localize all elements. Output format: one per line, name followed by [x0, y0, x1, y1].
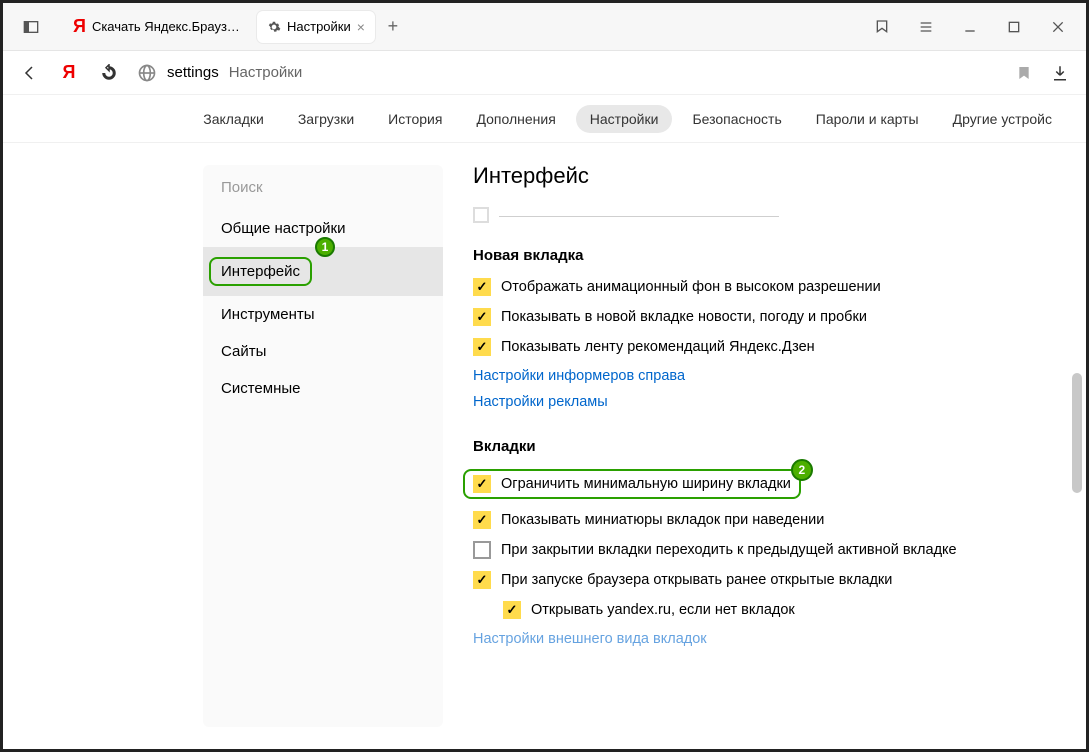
nav-downloads[interactable]: Загрузки [284, 105, 368, 133]
checkbox-icon[interactable] [473, 338, 491, 356]
back-button[interactable] [17, 61, 41, 85]
highlight-badge-1: Интерфейс [209, 257, 312, 286]
checkbox-icon[interactable] [473, 308, 491, 326]
browser-tab-settings[interactable]: Настройки × [257, 11, 375, 43]
bookmark-icon[interactable] [1016, 65, 1032, 81]
option-reopen-tabs[interactable]: При запуске браузера открывать ранее отк… [473, 571, 1056, 589]
nav-security[interactable]: Безопасность [678, 105, 795, 133]
site-icon [137, 63, 157, 83]
badge-2: 2 [791, 459, 813, 481]
option-news-weather[interactable]: Показывать в новой вкладке новости, пого… [473, 308, 1056, 326]
link-informer-settings[interactable]: Настройки информеров справа [473, 368, 1056, 384]
settings-content: Поиск Общие настройки Интерфейс 1 Инстру… [3, 143, 1086, 749]
new-tab-button[interactable]: + [379, 16, 407, 37]
sidebar-item-tools[interactable]: Инструменты [203, 296, 443, 333]
truncated-option: ———————————————————— [473, 207, 1056, 223]
window-minimize-button[interactable] [952, 9, 988, 45]
nav-bookmarks[interactable]: Закладки [189, 105, 278, 133]
window-close-button[interactable] [1040, 9, 1076, 45]
window-maximize-button[interactable] [996, 9, 1032, 45]
downloads-button[interactable] [1048, 61, 1072, 85]
browser-toolbar: Я settings Настройки [3, 51, 1086, 95]
nav-other-devices[interactable]: Другие устройс [939, 105, 1066, 133]
addr-path: Настройки [229, 64, 303, 81]
address-bar[interactable]: settings Настройки [137, 63, 1032, 83]
checkbox-icon[interactable] [473, 278, 491, 296]
checkbox-icon[interactable] [473, 541, 491, 559]
reading-mode-button[interactable] [864, 9, 900, 45]
sidebar-item-system[interactable]: Системные [203, 370, 443, 407]
sidebar-item-sites[interactable]: Сайты [203, 333, 443, 370]
checkbox-icon[interactable] [473, 511, 491, 529]
settings-sidebar: Поиск Общие настройки Интерфейс 1 Инстру… [203, 165, 443, 727]
checkbox-icon[interactable] [473, 475, 491, 493]
tab-close-icon[interactable]: × [357, 19, 365, 35]
section-newtab-title: Новая вкладка [473, 247, 1056, 264]
browser-tab-yandex-download[interactable]: Я Скачать Яндекс.Браузер д [63, 11, 253, 43]
yandex-favicon: Я [73, 16, 86, 37]
nav-addons[interactable]: Дополнения [462, 105, 569, 133]
reload-button[interactable] [97, 61, 121, 85]
option-anim-bg[interactable]: Отображать анимационный фон в высоком ра… [473, 278, 1056, 296]
yandex-home-button[interactable]: Я [57, 61, 81, 85]
scrollbar-thumb[interactable] [1072, 373, 1082, 493]
badge-1: 1 [315, 237, 335, 257]
settings-nav: Закладки Загрузки История Дополнения Нас… [3, 95, 1086, 143]
option-open-yandex-if-empty[interactable]: Открывать yandex.ru, если нет вкладок [503, 601, 1056, 619]
nav-settings[interactable]: Настройки [576, 105, 673, 133]
highlight-badge-2: Ограничить минимальную ширину вкладки 2 [463, 469, 801, 499]
option-close-to-prev[interactable]: При закрытии вкладки переходить к предыд… [473, 541, 1056, 559]
option-min-tab-width[interactable]: Ограничить минимальную ширину вкладки 2 [473, 469, 1056, 499]
settings-main: Интерфейс ———————————————————— Новая вкл… [443, 143, 1086, 749]
page-title: Интерфейс [473, 163, 1056, 189]
link-tab-appearance[interactable]: Настройки внешнего вида вкладок [473, 631, 1056, 647]
nav-passwords[interactable]: Пароли и карты [802, 105, 933, 133]
checkbox-icon[interactable] [473, 571, 491, 589]
addr-host: settings [167, 64, 219, 81]
sidebar-search[interactable]: Поиск [203, 165, 443, 210]
menu-button[interactable] [908, 9, 944, 45]
gear-icon [267, 20, 281, 34]
sidebar-toggle-button[interactable] [13, 9, 49, 45]
option-zen-feed[interactable]: Показывать ленту рекомендаций Яндекс.Дзе… [473, 338, 1056, 356]
sidebar-item-interface[interactable]: Интерфейс 1 [203, 247, 443, 296]
window-titlebar: Я Скачать Яндекс.Браузер д Настройки × + [3, 3, 1086, 51]
option-tab-thumbnails[interactable]: Показывать миниатюры вкладок при наведен… [473, 511, 1056, 529]
link-ad-settings[interactable]: Настройки рекламы [473, 394, 1056, 410]
tab-title: Скачать Яндекс.Браузер д [92, 19, 243, 34]
tab-title: Настройки [287, 19, 351, 34]
checkbox-icon[interactable] [503, 601, 521, 619]
disabled-checkbox [473, 207, 489, 223]
nav-history[interactable]: История [374, 105, 456, 133]
section-tabs-title: Вкладки [473, 438, 1056, 455]
